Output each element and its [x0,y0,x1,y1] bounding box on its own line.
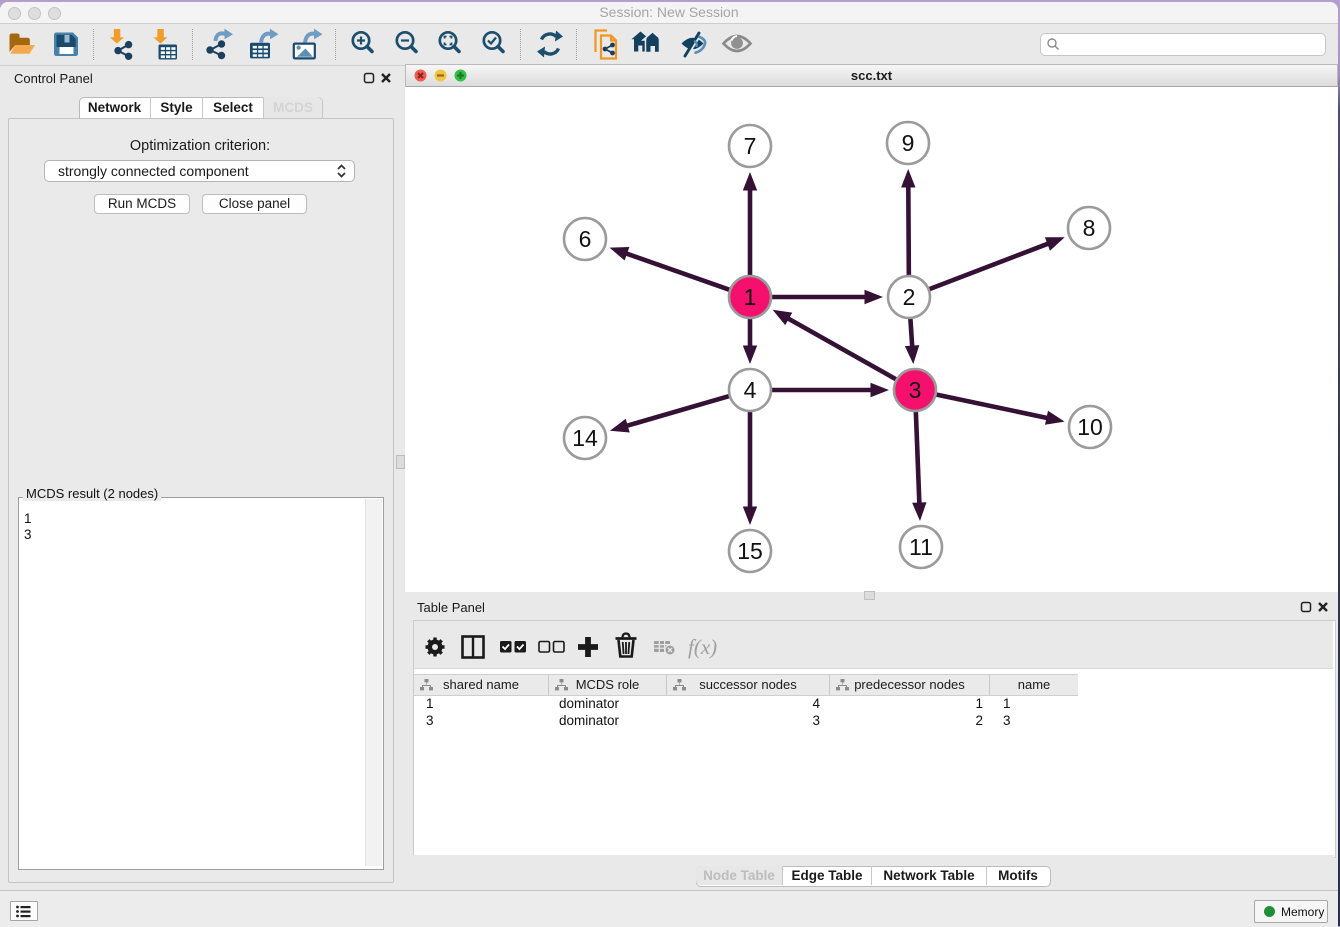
svg-text:8: 8 [1083,215,1096,241]
svg-text:2: 2 [903,284,916,310]
svg-text:f(x): f(x) [688,635,717,659]
svg-text:1: 1 [744,284,757,310]
svg-text:4: 4 [744,377,757,403]
svg-text:7: 7 [744,133,757,159]
svg-text:10: 10 [1077,414,1103,440]
svg-text:3: 3 [909,377,922,403]
svg-text:14: 14 [572,425,598,451]
svg-text:6: 6 [579,226,592,252]
svg-text:15: 15 [737,538,763,564]
svg-text:11: 11 [909,534,933,560]
svg-text:9: 9 [902,130,915,156]
